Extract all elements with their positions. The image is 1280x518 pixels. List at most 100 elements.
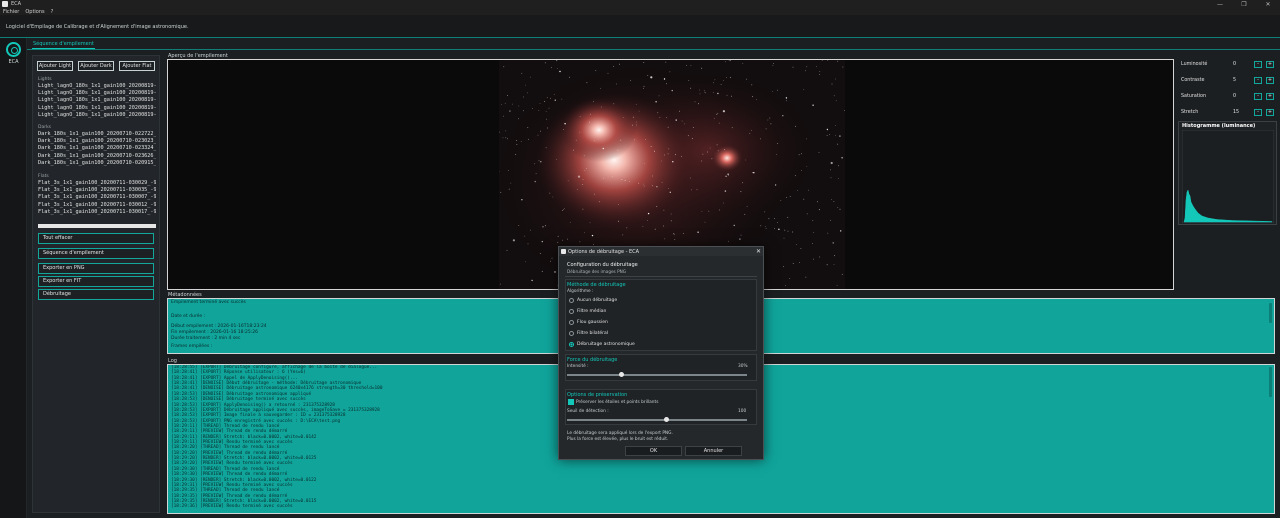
histogram-title: Histogramme (luminance) xyxy=(1182,123,1256,129)
strength-title: Force du débruitage xyxy=(567,357,618,363)
ok-button[interactable]: OK xyxy=(625,446,682,456)
preserve-stars-label: Préserver les étoiles et points brillant… xyxy=(576,400,659,405)
add-dark-button[interactable]: Ajouter Dark xyxy=(78,61,114,71)
stretch-plus-button[interactable]: + xyxy=(1266,109,1274,116)
intensity-slider-track[interactable] xyxy=(567,374,747,376)
menu-help[interactable]: ? xyxy=(51,9,54,15)
menu-bar: Fichier Options ? xyxy=(0,8,1280,15)
intensity-value: 30% xyxy=(738,364,748,369)
brightness-label: Luminosité xyxy=(1181,62,1208,67)
list-item[interactable]: Flat_3s_1x1_gain100_20200711-030017_-9.9… xyxy=(38,209,156,216)
app-header: Logiciel d'Empilage de Calibrage et d'Al… xyxy=(0,15,1280,38)
denoise-dialog: Options de débruitage - ECA ✕ Configurat… xyxy=(558,246,764,460)
metadata-scrollbar[interactable] xyxy=(1269,303,1272,323)
brightness-minus-button[interactable]: - xyxy=(1254,61,1262,68)
export-png-button[interactable]: Exporter en PNG xyxy=(38,263,154,274)
log-scrollbar[interactable] xyxy=(1269,367,1272,397)
contrast-minus-button[interactable]: - xyxy=(1254,77,1262,84)
file-panel: Ajouter Light Ajouter Dark Ajouter Flat … xyxy=(32,55,160,513)
saturation-label: Saturation xyxy=(1181,94,1207,99)
adjust-row-brightness: Luminosité 0 - + xyxy=(1178,59,1276,70)
list-item[interactable]: Dark_180s_1x1_gain100_20200710-023324_-9 xyxy=(38,145,156,152)
meta-line: Date et durée : xyxy=(171,314,206,319)
intensity-label: Intensité : xyxy=(567,364,589,369)
list-item[interactable]: Dark_180s_1x1_gain100_20200710-023023_-9 xyxy=(38,138,156,145)
algorithm-label: Algorithme : xyxy=(567,289,594,294)
radio-gaussian-blur[interactable]: Flou gaussien xyxy=(569,319,719,326)
threshold-value: 100 xyxy=(738,409,747,414)
menu-fichier[interactable]: Fichier xyxy=(3,9,19,15)
threshold-slider-handle[interactable] xyxy=(663,417,669,422)
brightness-plus-button[interactable]: + xyxy=(1266,61,1274,68)
dialog-heading: Configuration du débruitage xyxy=(567,262,638,268)
stretch-label: Stretch xyxy=(1181,110,1199,115)
threshold-label: Seuil de détection : xyxy=(567,409,609,414)
radio-median-filter[interactable]: Filtre médian xyxy=(569,308,719,315)
close-button[interactable]: ✕ xyxy=(1256,1,1280,8)
darks-label: Darks xyxy=(38,125,52,130)
meta-line: Début empilement : 2026-01-16T18:23:24 xyxy=(171,324,267,329)
list-item[interactable]: Light_lagnO_180s_1x1_gain100_20200819-00… xyxy=(38,97,156,104)
preserve-stars-checkbox[interactable] xyxy=(568,399,574,405)
dialog-close-icon[interactable]: ✕ xyxy=(754,248,763,255)
menu-options[interactable]: Options xyxy=(25,9,44,15)
maximize-button[interactable]: ❐ xyxy=(1232,1,1256,8)
tab-stacking-sequence[interactable]: Séquence d'empilement xyxy=(32,40,95,49)
stacking-sequence-button[interactable]: Séquence d'empilement xyxy=(38,248,154,259)
list-item[interactable]: Light_lagnO_180s_1x1_gain100_20200819-00… xyxy=(38,105,156,112)
meta-line: Fin empilement : 2026-01-16 18:25:26 xyxy=(171,330,259,335)
clear-all-button[interactable]: Tout effacer xyxy=(38,233,154,244)
darks-list[interactable]: Dark_180s_1x1_gain100_20200710-022722_-9… xyxy=(38,131,156,167)
dialog-divider xyxy=(565,276,757,277)
lights-label: Lights xyxy=(38,77,52,82)
radio-no-denoise[interactable]: Aucun débruitage xyxy=(569,297,719,304)
denoise-button[interactable]: Débruitage xyxy=(38,289,154,300)
histogram-panel: Histogramme (luminance) xyxy=(1178,121,1277,225)
list-item[interactable]: Dark_180s_1x1_gain100_20200710-023626_-9 xyxy=(38,153,156,160)
dialog-title-bar[interactable]: Options de débruitage - ECA ✕ xyxy=(559,247,763,256)
adjust-row-contrast: Contraste 5 - + xyxy=(1178,75,1276,86)
lights-list[interactable]: Light_lagnO_180s_1x1_gain100_20200819-00… xyxy=(38,83,156,119)
app-icon xyxy=(2,1,8,7)
add-light-button[interactable]: Ajouter Light xyxy=(37,61,73,71)
radio-bilateral-filter[interactable]: Filtre bilatéral xyxy=(569,330,719,337)
dialog-app-icon xyxy=(561,249,566,254)
radio-astro-denoise[interactable]: Débruitage astronomique xyxy=(569,341,719,348)
list-item[interactable]: Light_lagnO_180s_1x1_gain100_20200819-00… xyxy=(38,112,156,119)
list-item[interactable]: Light_lagnO_180s_1x1_gain100_20200819-00… xyxy=(38,90,156,97)
list-item[interactable]: Flat_3s_1x1_gain100_20200711-030012_-9.9… xyxy=(38,202,156,209)
list-item[interactable]: Flat_3s_1x1_gain100_20200711-030035_-9.9… xyxy=(38,187,156,194)
threshold-slider-track[interactable] xyxy=(567,419,747,421)
title-bar: ECA — ❐ ✕ xyxy=(0,0,1280,8)
side-rail: ECA xyxy=(0,38,27,518)
contrast-plus-button[interactable]: + xyxy=(1266,77,1274,84)
stretch-minus-button[interactable]: - xyxy=(1254,109,1262,116)
list-item[interactable]: Dark_180s_1x1_gain100_20200710-020915_-9 xyxy=(38,160,156,167)
intensity-slider-handle[interactable] xyxy=(618,372,624,377)
dialog-subheading: Débruitage des images PNG xyxy=(567,269,626,274)
log-line: [18:29:36] [PREVIEW] Rendu terminé avec … xyxy=(171,504,293,510)
dialog-title: Options de débruitage - ECA xyxy=(568,248,640,255)
list-item[interactable]: Dark_180s_1x1_gain100_20200710-022722_-9 xyxy=(38,131,156,138)
progress-bar xyxy=(38,224,156,228)
flats-list[interactable]: Flat_3s_1x1_gain100_20200711-030029_-9.9… xyxy=(38,180,156,216)
galaxy-logo-icon[interactable] xyxy=(6,42,21,57)
stretch-value: 15 xyxy=(1233,110,1240,115)
list-item[interactable]: Flat_3s_1x1_gain100_20200711-030029_-9.9… xyxy=(38,180,156,187)
method-title: Méthode de débruitage xyxy=(567,282,626,288)
list-item[interactable]: Flat_3s_1x1_gain100_20200711-030007_-9.9… xyxy=(38,194,156,201)
add-flat-button[interactable]: Ajouter Flat xyxy=(119,61,155,71)
tab-strip: Séquence d'empilement xyxy=(27,38,1280,50)
meta-line: Frames empilées : xyxy=(171,344,213,349)
saturation-minus-button[interactable]: - xyxy=(1254,93,1262,100)
brightness-value: 0 xyxy=(1233,62,1237,67)
dialog-note-2: Plus la force est élevée, plus le bruit … xyxy=(567,437,669,442)
export-fit-button[interactable]: Exporter en FIT xyxy=(38,276,154,287)
meta-line: Empilement terminé avec succès xyxy=(171,300,246,305)
minimize-button[interactable]: — xyxy=(1208,1,1232,8)
saturation-plus-button[interactable]: + xyxy=(1266,93,1274,100)
adjust-row-saturation: Saturation 0 - + xyxy=(1178,91,1276,102)
list-item[interactable]: Light_lagnO_180s_1x1_gain100_20200819-00… xyxy=(38,83,156,90)
histogram-plot xyxy=(1182,130,1274,223)
cancel-button[interactable]: Annuler xyxy=(685,446,742,456)
